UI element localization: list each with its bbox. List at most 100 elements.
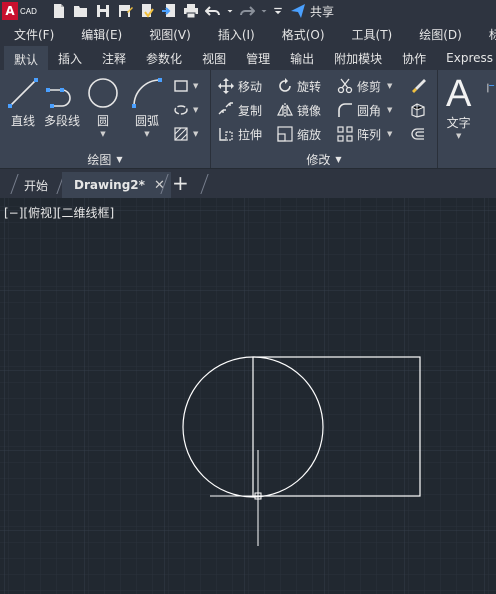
rotate-tool-button[interactable]: 旋转: [277, 76, 321, 96]
chevron-down-icon[interactable]: ▼: [193, 82, 198, 90]
explode-tool-button[interactable]: [410, 100, 430, 120]
tab-drawing2[interactable]: Drawing2* ✕: [62, 172, 171, 198]
ellipse-tool-button[interactable]: ▼: [173, 100, 198, 120]
menu-file[interactable]: 文件(F): [0, 26, 67, 43]
polyline-tool-button[interactable]: 多段线: [44, 76, 80, 129]
circle-icon: [88, 78, 118, 108]
scale-tool-button[interactable]: 缩放: [277, 124, 321, 144]
redo-dropdown[interactable]: [258, 1, 270, 21]
offset-icon: [411, 128, 424, 140]
move-icon: [218, 78, 234, 94]
menu-dimension[interactable]: 标注(: [475, 26, 496, 43]
fillet-tool-button[interactable]: 圆角 ▼: [337, 100, 392, 120]
chevron-down-icon[interactable]: ▼: [387, 130, 392, 138]
tab-addins[interactable]: 附加模块: [324, 46, 392, 70]
tab-output[interactable]: 输出: [280, 46, 324, 70]
undo-dropdown[interactable]: [224, 1, 236, 21]
arc-tool-label: 圆弧: [134, 114, 159, 128]
dimension-tool-button[interactable]: [486, 78, 496, 98]
drawing-canvas[interactable]: [−][俯视][二维线框]: [0, 198, 496, 594]
text-tool-button[interactable]: A 文字 ▼: [446, 73, 472, 140]
publish-button[interactable]: [136, 1, 158, 21]
move-tool-label: 移动: [238, 79, 263, 94]
chevron-down-icon[interactable]: ▼: [193, 106, 198, 114]
new-file-icon: [54, 4, 64, 18]
mirror-icon: [277, 103, 293, 117]
menu-draw[interactable]: 绘图(D): [405, 26, 475, 43]
fillet-tool-label: 圆角: [357, 103, 382, 118]
export-button[interactable]: [158, 1, 180, 21]
menu-edit[interactable]: 编辑(E): [67, 26, 135, 43]
chevron-down-icon[interactable]: ▼: [387, 106, 392, 114]
stretch-tool-button[interactable]: 拉伸: [218, 124, 262, 144]
draw-panel-title[interactable]: 绘图 ▼: [0, 150, 210, 168]
menu-view[interactable]: 视图(V): [135, 26, 204, 43]
explode-icon: [411, 103, 425, 118]
chevron-down-icon[interactable]: ▼: [193, 130, 198, 138]
tab-annotate[interactable]: 注释: [92, 46, 136, 70]
send-icon: [291, 4, 305, 18]
menu-bar: 文件(F) 编辑(E) 视图(V) 插入(I) 格式(O) 工具(T) 绘图(D…: [0, 22, 496, 46]
tab-separator: [200, 174, 209, 194]
text-icon: A: [446, 73, 472, 115]
app-logo-icon: A: [2, 2, 18, 20]
app-menu-button[interactable]: A CAD: [2, 2, 42, 20]
tab-express-tools[interactable]: Express T: [436, 46, 496, 70]
tab-start[interactable]: 开始: [24, 172, 48, 198]
redo-button[interactable]: [236, 1, 258, 21]
chevron-down-icon: [227, 10, 233, 13]
menu-format[interactable]: 格式(O): [268, 26, 338, 43]
new-file-button[interactable]: [48, 1, 70, 21]
hatch-tool-button[interactable]: ▼: [173, 124, 198, 144]
tab-collaborate[interactable]: 协作: [392, 46, 436, 70]
line-tool-label: 直线: [10, 114, 35, 128]
trim-tool-button[interactable]: 修剪 ▼: [337, 76, 392, 96]
undo-button[interactable]: [202, 1, 224, 21]
chevron-down-icon[interactable]: ▼: [456, 132, 461, 140]
tab-insert[interactable]: 插入: [48, 46, 92, 70]
viewport-controls[interactable]: [−][俯视][二维线框]: [4, 204, 114, 221]
menu-insert[interactable]: 插入(I): [204, 26, 268, 43]
rotate-icon: [279, 78, 291, 92]
array-tool-button[interactable]: 阵列 ▼: [337, 124, 392, 144]
save-as-button[interactable]: [114, 1, 136, 21]
move-tool-button[interactable]: 移动: [218, 76, 262, 96]
customize-dropdown-icon: [274, 7, 282, 15]
plot-button[interactable]: [180, 1, 202, 21]
tab-view[interactable]: 视图: [192, 46, 236, 70]
save-button[interactable]: [92, 1, 114, 21]
customize-qat-button[interactable]: [270, 1, 286, 21]
rotate-tool-label: 旋转: [297, 79, 322, 94]
erase-tool-button[interactable]: [410, 76, 430, 96]
trim-icon: [337, 78, 353, 94]
tab-home[interactable]: 默认: [4, 46, 49, 70]
chevron-down-icon[interactable]: ▼: [387, 82, 392, 90]
mirror-tool-button[interactable]: 镜像: [277, 100, 321, 120]
chevron-down-icon[interactable]: ▼: [100, 130, 105, 138]
modify-panel-title-label: 修改: [306, 152, 331, 167]
ribbon-tab-bar: 默认 插入 注释 参数化 视图 管理 输出 附加模块 协作 Express T: [0, 46, 496, 70]
document-tab-bar: 开始 Drawing2* ✕ +: [0, 168, 496, 198]
offset-tool-button[interactable]: [410, 124, 430, 144]
menu-tools[interactable]: 工具(T): [338, 26, 406, 43]
share-button[interactable]: 共享: [290, 3, 334, 20]
line-tool-button[interactable]: 直线: [6, 76, 40, 129]
modify-panel-title[interactable]: 修改 ▼: [211, 150, 437, 168]
save-icon: [97, 5, 109, 17]
rectangle-tool-button[interactable]: ▼: [173, 76, 198, 96]
arc-tool-button[interactable]: 圆弧 ▼: [130, 76, 164, 138]
open-file-button[interactable]: [70, 1, 92, 21]
polyline-tool-label: 多段线: [44, 114, 81, 128]
chevron-down-icon: ▼: [335, 154, 342, 164]
mirror-tool-label: 镜像: [297, 103, 322, 118]
undo-icon: [205, 6, 220, 16]
chevron-down-icon[interactable]: ▼: [144, 130, 149, 138]
tab-parametric[interactable]: 参数化: [136, 46, 192, 70]
new-tab-button[interactable]: +: [172, 172, 189, 194]
dimension-icon: [487, 83, 495, 93]
model-space: [0, 198, 496, 594]
tab-manage[interactable]: 管理: [236, 46, 280, 70]
copy-tool-button[interactable]: 复制: [218, 100, 262, 120]
save-as-icon: [119, 5, 133, 17]
circle-tool-button[interactable]: 圆 ▼: [86, 76, 120, 138]
